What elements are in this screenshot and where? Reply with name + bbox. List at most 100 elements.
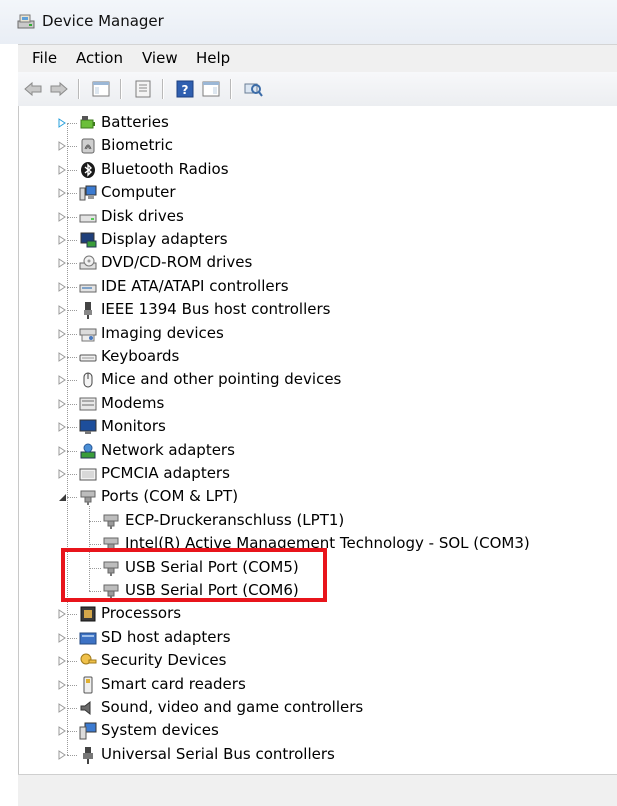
tree-category[interactable]: IDE ATA/ATAPI controllers [19, 276, 609, 298]
back-arrow-icon[interactable] [22, 78, 44, 100]
usb-icon [83, 746, 93, 764]
port-icon [80, 490, 96, 506]
tree-category[interactable]: Computer [19, 182, 609, 204]
modem-icon [79, 397, 97, 411]
tree-connector-line [67, 169, 77, 171]
tree-connector-line [67, 403, 77, 405]
tree-device[interactable]: ECP-Druckeranschluss (LPT1) [19, 510, 609, 532]
tree-category[interactable]: Security Devices [19, 650, 609, 672]
tree-category[interactable]: Monitors [19, 416, 609, 438]
collapsed-arrow-icon[interactable] [57, 468, 67, 480]
collapsed-arrow-icon[interactable] [57, 257, 67, 269]
collapsed-arrow-icon[interactable] [57, 702, 67, 714]
tree-category[interactable]: Sound, video and game controllers [19, 697, 609, 719]
collapsed-arrow-icon[interactable] [57, 445, 67, 457]
tree-connector-line [67, 754, 77, 756]
tree-connector-line [67, 380, 77, 382]
tree-connector-line [89, 520, 101, 522]
tree-category[interactable]: Disk drives [19, 206, 609, 228]
menu-view[interactable]: View [140, 49, 180, 67]
tree-connector-line [89, 544, 101, 546]
tree-category[interactable]: Universal Serial Bus controllers [19, 744, 609, 766]
toolbar-separator [78, 79, 80, 99]
action-pane-icon[interactable] [200, 78, 222, 100]
tree-category[interactable]: Keyboards [19, 346, 609, 368]
tree-category-label: Modems [101, 393, 165, 412]
tree-category[interactable]: Biometric [19, 135, 609, 157]
tree-category-label: Bluetooth Radios [101, 159, 229, 178]
window-title: Device Manager [42, 12, 164, 30]
collapsed-arrow-icon[interactable] [57, 328, 67, 340]
collapsed-arrow-icon[interactable] [57, 398, 67, 410]
tree-category[interactable]: IEEE 1394 Bus host controllers [19, 299, 609, 321]
tree-category[interactable]: Network adapters [19, 440, 609, 462]
collapsed-arrow-icon[interactable] [57, 632, 67, 644]
tree-category-label: IDE ATA/ATAPI controllers [101, 276, 289, 295]
security-device-icon [80, 653, 97, 665]
collapsed-arrow-icon[interactable] [57, 374, 67, 386]
monitor-icon [79, 419, 97, 435]
tree-category-label: Keyboards [101, 347, 180, 365]
collapsed-arrow-icon[interactable] [57, 211, 67, 223]
tree-category[interactable]: SD host adapters [19, 627, 609, 649]
tree-category-label: Imaging devices [101, 323, 224, 342]
forward-arrow-icon[interactable] [48, 78, 70, 100]
tree-connector-line [67, 286, 77, 288]
tree-connector-line [67, 474, 77, 475]
sd-adapter-icon [79, 632, 97, 645]
collapsed-arrow-icon[interactable] [57, 421, 67, 433]
collapsed-arrow-icon[interactable] [57, 304, 67, 316]
collapsed-arrow-icon[interactable] [57, 164, 67, 176]
help-icon[interactable]: ? [174, 78, 196, 100]
computer-icon [79, 185, 97, 201]
scan-hardware-icon[interactable] [242, 78, 264, 100]
menu-help[interactable]: Help [194, 49, 232, 67]
tree-category[interactable]: Imaging devices [19, 323, 609, 345]
show-hide-console-tree-icon[interactable] [90, 78, 112, 100]
mouse-icon [83, 372, 93, 388]
collapsed-arrow-icon[interactable] [57, 608, 67, 620]
tree-category[interactable]: Smart card readers [19, 674, 609, 696]
collapsed-arrow-icon[interactable] [57, 725, 67, 737]
tree-category[interactable]: Processors [19, 603, 609, 625]
collapsed-arrow-icon[interactable] [57, 187, 67, 199]
tree-category-label: Disk drives [101, 206, 184, 225]
tree-category-label: SD host adapters [101, 627, 231, 646]
tree-connector-line [67, 684, 77, 686]
collapsed-arrow-icon[interactable] [57, 140, 67, 152]
tree-category[interactable]: Display adapters [19, 229, 609, 251]
tree-category[interactable]: PCMCIA adapters [19, 463, 609, 485]
tree-category-label: PCMCIA adapters [101, 464, 230, 482]
tree-connector-line [67, 263, 77, 265]
highlight-box [61, 548, 327, 602]
collapsed-arrow-icon[interactable] [57, 281, 67, 293]
tree-category[interactable]: Ports (COM & LPT) [19, 486, 609, 508]
tree-connector-line [67, 146, 77, 148]
tree-connector-line [67, 427, 77, 429]
collapsed-arrow-icon[interactable] [57, 679, 67, 691]
tree-category[interactable]: Mice and other pointing devices [19, 369, 609, 391]
collapsed-arrow-icon[interactable] [57, 234, 67, 246]
collapsed-arrow-icon[interactable] [57, 117, 67, 129]
tree-category[interactable]: Batteries [19, 112, 609, 134]
collapsed-arrow-icon[interactable] [57, 351, 67, 363]
menu-file[interactable]: File [30, 49, 59, 67]
ide-controller-icon [79, 284, 97, 293]
tree-connector-line [67, 637, 77, 639]
tree-category[interactable]: Bluetooth Radios [19, 159, 609, 181]
port-icon [103, 514, 119, 529]
tree-device-label: ECP-Druckeranschluss (LPT1) [125, 510, 345, 529]
tree-connector-line [67, 661, 77, 663]
smart-card-reader-icon [83, 676, 93, 694]
expanded-arrow-icon[interactable] [57, 491, 67, 503]
tree-category[interactable]: DVD/CD-ROM drives [19, 252, 609, 274]
menu-action[interactable]: Action [74, 49, 125, 67]
properties-icon[interactable] [132, 78, 154, 100]
svg-text:?: ? [182, 83, 189, 97]
tree-category-label: Universal Serial Bus controllers [101, 744, 335, 763]
tree-category[interactable]: Modems [19, 393, 609, 415]
collapsed-arrow-icon[interactable] [57, 655, 67, 667]
tree-category[interactable]: System devices [19, 720, 609, 742]
tree-connector-line [67, 240, 77, 241]
collapsed-arrow-icon[interactable] [57, 749, 67, 761]
